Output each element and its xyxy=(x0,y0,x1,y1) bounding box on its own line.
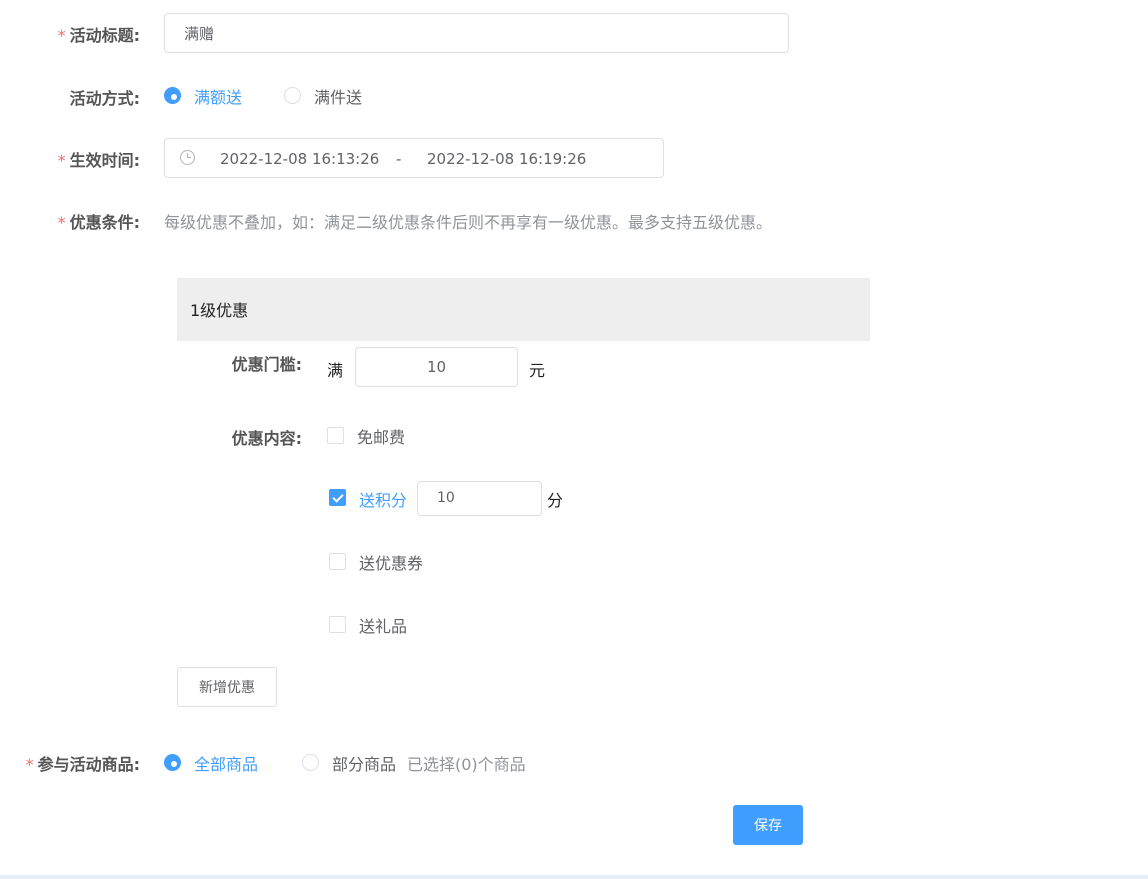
option-points[interactable]: 送积分 xyxy=(329,487,419,511)
products-radio-all[interactable]: 全部商品 xyxy=(164,751,274,775)
checkbox-checked-icon xyxy=(329,489,346,506)
points-suffix: 分 xyxy=(547,491,564,510)
threshold-input[interactable]: 10 xyxy=(355,347,518,387)
range-separator: - xyxy=(396,150,402,168)
method-radio-count[interactable]: 满件送 xyxy=(284,84,384,108)
method-radio-amount[interactable]: 满额送 xyxy=(164,84,264,108)
threshold-suffix: 元 xyxy=(529,361,546,380)
start-date[interactable]: 2022-12-08 16:13:26 xyxy=(220,150,379,168)
end-date[interactable]: 2022-12-08 16:19:26 xyxy=(427,150,586,168)
checkbox-icon xyxy=(329,553,346,570)
method-label: 活动方式: xyxy=(69,89,140,108)
products-radio-partial[interactable]: 部分商品 xyxy=(302,751,412,775)
option-coupon[interactable]: 送优惠券 xyxy=(329,550,449,574)
radio-icon xyxy=(164,87,181,104)
radio-icon xyxy=(284,87,301,104)
tier-title: 1级优惠 xyxy=(190,301,249,320)
time-label: * 生效时间: xyxy=(57,151,140,170)
clock-icon xyxy=(180,150,195,165)
products-label: * 参与活动商品: xyxy=(25,755,140,774)
title-label: * 活动标题: xyxy=(57,26,140,45)
condition-label: * 优惠条件: xyxy=(57,213,140,232)
radio-icon xyxy=(302,754,319,771)
checkbox-icon xyxy=(329,616,346,633)
option-gift[interactable]: 送礼品 xyxy=(329,613,449,637)
threshold-prefix: 满 xyxy=(327,361,344,380)
date-range-picker[interactable]: 2022-12-08 16:13:26 - 2022-12-08 16:19:2… xyxy=(164,138,664,178)
selected-products-note: 已选择(0)个商品 xyxy=(407,755,526,774)
checkbox-icon xyxy=(327,427,344,444)
radio-icon xyxy=(164,754,181,771)
content-label: 优惠内容: xyxy=(231,429,302,448)
condition-hint: 每级优惠不叠加，如：满足二级优惠条件后则不再享有一级优惠。最多支持五级优惠。 xyxy=(164,213,773,232)
points-input[interactable]: 10 xyxy=(417,481,542,516)
tier-header: 1级优惠 xyxy=(177,278,870,341)
bottom-divider xyxy=(0,875,1148,879)
title-input[interactable]: 满赠 xyxy=(164,13,789,53)
add-tier-button[interactable]: 新增优惠 xyxy=(177,667,277,707)
save-button[interactable]: 保存 xyxy=(733,805,803,845)
threshold-label: 优惠门槛: xyxy=(231,355,302,374)
option-free-shipping[interactable]: 免邮费 xyxy=(327,424,447,448)
